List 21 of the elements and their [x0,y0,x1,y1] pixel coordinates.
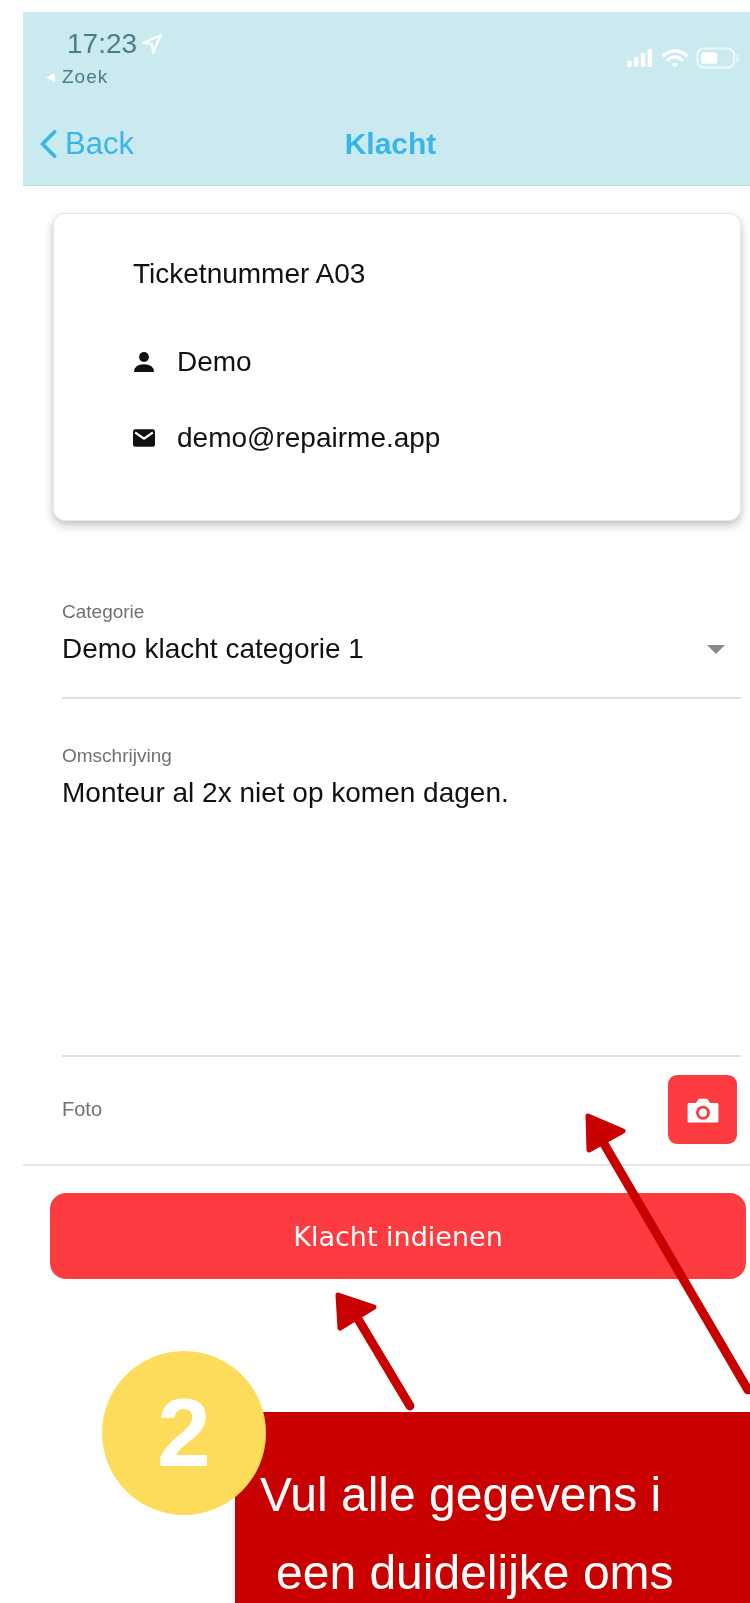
callout-text: een duidelijke oms [275,1545,674,1601]
location-arrow-icon [141,33,164,55]
description-field[interactable]: Omschrijving Monteur al 2x niet op komen dagen. [62,745,741,1057]
back-triangle-icon [45,71,56,83]
envelope-icon [133,429,155,447]
status-time: 17:23 [67,28,138,60]
back-to-app-link[interactable]: Zoek [62,66,109,88]
dropdown-caret-icon [707,644,725,654]
photo-label: Foto [62,1098,103,1121]
person-icon [133,351,155,373]
submit-button[interactable]: Klacht indienen [50,1193,746,1279]
signal-icon [626,49,654,67]
wifi-icon [662,48,688,68]
camera-button[interactable] [668,1075,737,1144]
category-dropdown[interactable]: Categorie Demo klacht categorie 1 [62,601,741,699]
contact-email: demo@repairme.app [177,422,441,454]
contact-name: Demo [177,346,252,378]
battery-icon [696,47,740,69]
screen-title: Klacht [344,126,437,161]
chevron-left-icon [40,128,57,159]
ticket-number: Ticketnummer A03 [133,258,367,290]
